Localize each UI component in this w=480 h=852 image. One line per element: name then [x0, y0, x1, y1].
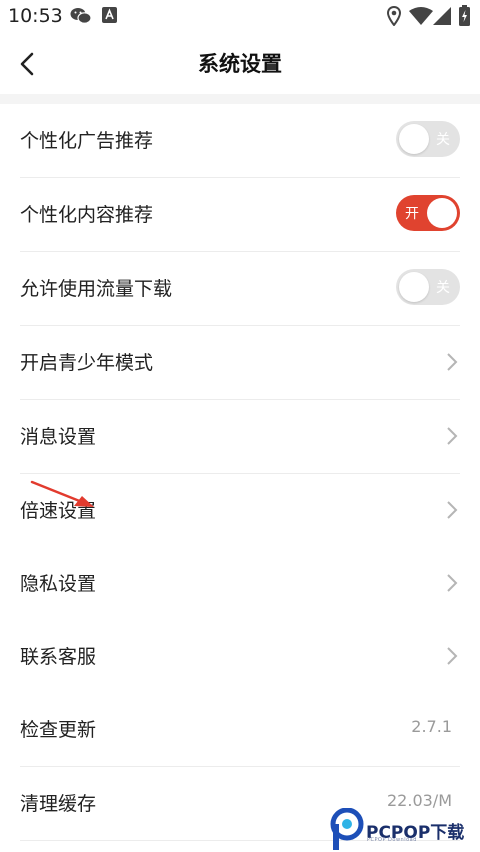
setting-label: 隐私设置: [20, 573, 97, 595]
toggle-state-text: 开: [405, 206, 419, 222]
setting-row-customer-service[interactable]: 联系客服: [20, 620, 460, 693]
chevron-right-icon: [447, 647, 458, 665]
version-value: 2.7.1: [411, 717, 452, 736]
watermark-logo: PCPOP下载 PCPOP Download: [330, 806, 480, 852]
setting-label: 清理缓存: [20, 793, 97, 815]
toggle-knob: [399, 272, 429, 302]
chevron-right-icon: [447, 427, 458, 445]
settings-list: 个性化广告推荐 关 个性化内容推荐 开 允许使用流量下载 关 开启青少年模式 消…: [0, 104, 480, 841]
setting-label: 联系客服: [20, 646, 97, 668]
setting-label: 开启青少年模式: [20, 352, 154, 374]
pcpop-logo-icon: [330, 808, 364, 850]
ad-recommendation-toggle[interactable]: 关: [396, 121, 460, 157]
header-bar: 系统设置: [0, 32, 480, 94]
page-title: 系统设置: [198, 52, 282, 76]
content-recommendation-toggle[interactable]: 开: [396, 195, 460, 231]
setting-label: 个性化内容推荐: [20, 204, 154, 226]
setting-label: 检查更新: [20, 719, 97, 741]
setting-row-ad-recommendation: 个性化广告推荐 关: [20, 104, 460, 178]
toggle-knob: [427, 198, 457, 228]
location-icon: [386, 5, 402, 30]
setting-row-check-update[interactable]: 检查更新 2.7.1: [20, 693, 460, 767]
app-notification-icon: [102, 7, 117, 27]
toggle-knob: [399, 124, 429, 154]
toggle-state-text: 关: [436, 280, 450, 296]
signal-icon: [433, 7, 451, 29]
battery-icon: [459, 5, 470, 30]
setting-row-privacy[interactable]: 隐私设置: [20, 547, 460, 620]
toggle-state-text: 关: [436, 132, 450, 148]
setting-row-message-settings[interactable]: 消息设置: [20, 400, 460, 474]
wifi-icon: [409, 7, 433, 29]
chevron-right-icon: [447, 574, 458, 592]
section-divider: [0, 94, 480, 104]
wechat-icon: [70, 7, 92, 29]
status-time: 10:53: [8, 5, 63, 27]
setting-row-mobile-data-download: 允许使用流量下载 关: [20, 252, 460, 326]
setting-row-teen-mode[interactable]: 开启青少年模式: [20, 326, 460, 400]
setting-label: 个性化广告推荐: [20, 130, 154, 152]
setting-label: 消息设置: [20, 426, 97, 448]
setting-row-content-recommendation: 个性化内容推荐 开: [20, 178, 460, 252]
chevron-right-icon: [447, 353, 458, 371]
status-bar: 10:53: [0, 0, 480, 32]
setting-label: 允许使用流量下载: [20, 278, 173, 300]
mobile-data-download-toggle[interactable]: 关: [396, 269, 460, 305]
red-arrow-annotation-icon: [30, 480, 94, 507]
chevron-right-icon: [447, 501, 458, 519]
watermark-subtext: PCPOP Download: [367, 837, 417, 843]
